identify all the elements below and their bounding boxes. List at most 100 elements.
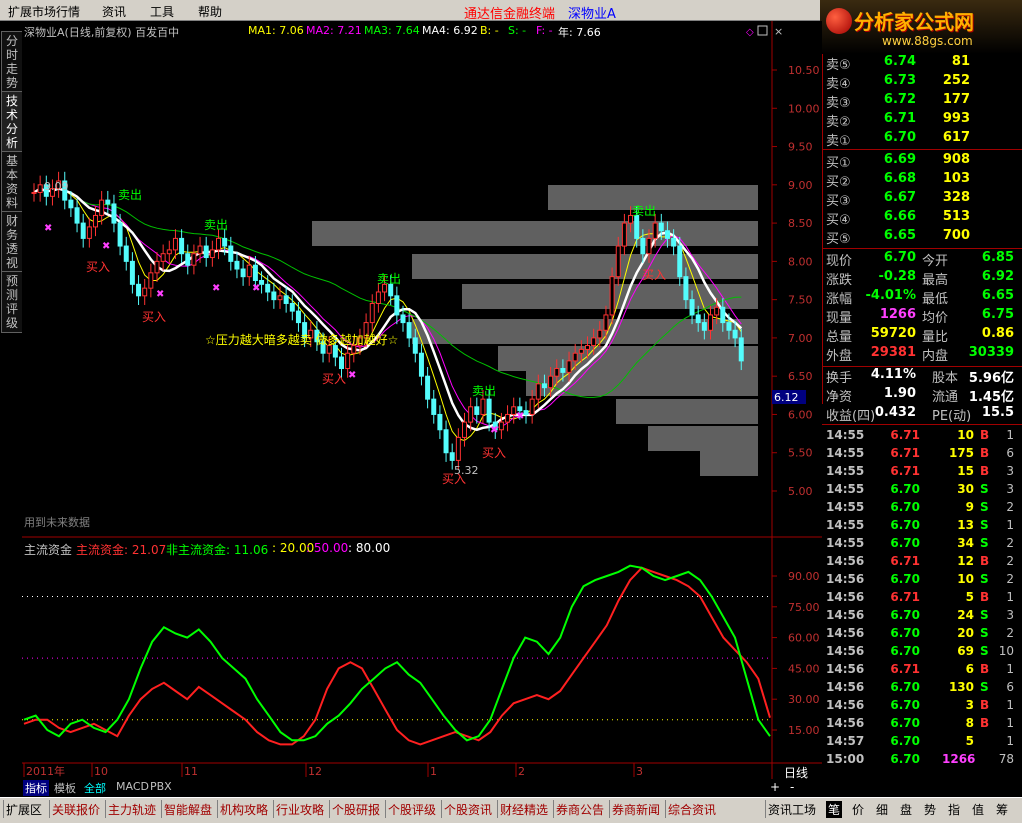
tab-technical[interactable]: 技术分析 — [1, 91, 23, 153]
signal-cross-icon: ✖ — [516, 411, 524, 422]
tick-volume: 1266 — [942, 752, 976, 766]
tick-side: B — [980, 446, 990, 460]
stat-value: 1266 — [879, 307, 916, 322]
candle-body — [406, 322, 412, 339]
tab-intraday[interactable]: 分时走势 — [1, 31, 23, 93]
quote-tab[interactable]: 价 — [852, 801, 864, 818]
tick-time: 14:56 — [826, 662, 865, 676]
tick-side: S — [980, 518, 989, 532]
zoom-in-button[interactable]: + — [770, 780, 780, 794]
bottom-tab[interactable]: 主力轨迹 — [108, 801, 156, 818]
logo-url: www.88gs.com — [882, 34, 973, 48]
quote-tab[interactable]: 指 — [948, 801, 960, 818]
bottom-tab[interactable]: 智能解盘 — [164, 801, 212, 818]
candle-body — [486, 398, 492, 423]
tick-price: 6.70 — [890, 644, 920, 658]
stat-value: 29381 — [870, 345, 916, 360]
candle-body — [209, 249, 215, 259]
tick-side: S — [980, 608, 989, 622]
tab-forecast[interactable]: 预测评级 — [1, 271, 23, 333]
tab-indicator[interactable]: 指标 — [23, 780, 49, 796]
stat-value: 1.45亿 — [968, 390, 1014, 405]
tab-macd[interactable]: MACD — [116, 780, 149, 793]
tab-separator — [49, 800, 50, 818]
price-tick-label: 10.50 — [788, 64, 820, 77]
candle-body — [228, 245, 234, 262]
ma4-value: MA4: 6.92 — [422, 24, 478, 37]
quote-tab[interactable]: 细 — [876, 801, 888, 818]
candle-body — [375, 291, 381, 304]
s-value: S: - — [508, 24, 527, 37]
buy-signal-label: 买入 — [482, 446, 506, 460]
price-tick-label: 5.00 — [788, 485, 813, 498]
quote-tab[interactable]: 笔 — [826, 801, 843, 818]
bottom-tab[interactable]: 综合资讯 — [668, 801, 716, 818]
tick-count: 78 — [998, 752, 1014, 766]
tick-side: S — [980, 626, 989, 640]
ask-volume: 993 — [942, 111, 970, 126]
candle-body — [566, 360, 572, 373]
tick-price: 6.70 — [890, 500, 920, 514]
signal-cross-icon: ✖ — [44, 223, 52, 234]
bottom-tab[interactable]: 财经精选 — [500, 801, 548, 818]
close-icon[interactable]: × — [774, 25, 783, 38]
price-tick-label: 9.50 — [788, 141, 813, 154]
diamond-icon[interactable]: ◇ — [746, 27, 754, 38]
bottom-tab[interactable]: 个股研报 — [332, 801, 380, 818]
stat-value: 59720 — [870, 326, 916, 341]
ask-volume: 617 — [942, 130, 970, 145]
tick-side: S — [980, 500, 989, 514]
tick-volume: 20 — [957, 626, 974, 640]
quote-tab[interactable]: 值 — [972, 801, 984, 818]
tick-volume: 5 — [965, 590, 974, 604]
chart-canvas[interactable]: 10.50 10.00 9.50 9.00 8.50 8.00 7.50 7.00 6.50 6.… — [22, 21, 822, 779]
indicator-tick-label: 60.00 — [788, 632, 820, 645]
signal-cross-icon: ✖ — [102, 241, 110, 252]
bottom-tab[interactable]: 行业攻略 — [276, 801, 324, 818]
stat-label: 涨幅 — [826, 292, 853, 307]
candle-body — [541, 383, 547, 389]
app-brand: 通达信金融终端 — [464, 7, 556, 22]
tick-time: 14:55 — [826, 464, 865, 478]
stat-value: 1.90 — [883, 386, 916, 401]
bottom-tab[interactable]: 个股资讯 — [444, 801, 492, 818]
tick-side: B — [980, 662, 990, 676]
candle-body — [345, 352, 351, 370]
tab-all[interactable]: 全部 — [84, 780, 106, 796]
bid-level-label: 买② — [826, 175, 851, 190]
tick-count: 1 — [1006, 518, 1014, 532]
bottom-tab[interactable]: 机构攻略 — [220, 801, 268, 818]
bottom-tab[interactable]: 关联报价 — [52, 801, 100, 818]
quote-tab[interactable]: 势 — [924, 801, 936, 818]
tab-fundamentals[interactable]: 基本资料 — [1, 151, 23, 213]
menu-tools[interactable]: 工具 — [150, 3, 174, 20]
tick-count: 1 — [1006, 590, 1014, 604]
quote-tab[interactable]: 盘 — [900, 801, 912, 818]
tab-financials[interactable]: 财务透视 — [1, 211, 23, 273]
tab-template[interactable]: 模板 — [54, 780, 76, 796]
ma3-value: MA3: 7.64 — [364, 24, 420, 37]
candle-body — [726, 322, 732, 331]
tick-count: 1 — [1006, 698, 1014, 712]
bottom-tab[interactable]: 扩展区 — [6, 801, 42, 818]
bottom-tab[interactable]: 个股评级 — [388, 801, 436, 818]
tab-separator — [3, 800, 4, 818]
stat-value: -4.01% — [865, 288, 917, 303]
candle-body — [591, 337, 597, 347]
candle-body — [468, 406, 474, 423]
menu-news[interactable]: 资讯 — [102, 3, 126, 20]
menu-help[interactable]: 帮助 — [198, 3, 222, 20]
time-tick-label: 3 — [636, 765, 643, 778]
bottom-tab[interactable]: 资讯工场 — [768, 801, 816, 818]
zoom-out-button[interactable]: - — [790, 780, 794, 794]
tab-pbx[interactable]: PBX — [150, 780, 172, 793]
tick-side: B — [980, 590, 990, 604]
tick-volume: 5 — [965, 734, 974, 748]
candle-body — [388, 283, 394, 297]
menu-extended-market[interactable]: 扩展市场行情 — [8, 3, 80, 20]
quote-tab[interactable]: 筹 — [996, 801, 1008, 818]
bottom-tab[interactable]: 券商公告 — [556, 801, 604, 818]
tick-price: 6.70 — [890, 536, 920, 550]
tick-volume: 30 — [957, 482, 974, 496]
bottom-tab[interactable]: 券商新闻 — [612, 801, 660, 818]
